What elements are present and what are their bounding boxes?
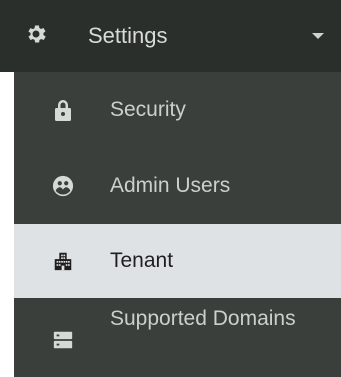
gear-icon: [28, 25, 46, 43]
supported-domains-label: Supported Domains: [110, 307, 296, 330]
menu-item-tenant[interactable]: Tenant: [14, 224, 341, 298]
menu-item-admin-users[interactable]: Admin Users: [14, 148, 341, 224]
building-icon: [54, 252, 72, 271]
settings-header[interactable]: Settings: [0, 0, 341, 72]
admin-users-label: Admin Users: [110, 174, 231, 197]
menu-item-supported-domains[interactable]: Supported Domains: [14, 298, 341, 377]
security-label: Security: [110, 98, 186, 121]
chevron-down-icon[interactable]: [312, 33, 324, 39]
menu-item-security[interactable]: Security: [14, 72, 341, 148]
settings-label: Settings: [88, 23, 168, 48]
lock-icon: [55, 100, 71, 121]
tenant-label: Tenant: [110, 249, 174, 272]
admin-users-icon: [52, 175, 74, 197]
server-icon: [53, 331, 73, 349]
settings-menu: Settings Security Admin Users Tenant Sup…: [0, 0, 341, 377]
